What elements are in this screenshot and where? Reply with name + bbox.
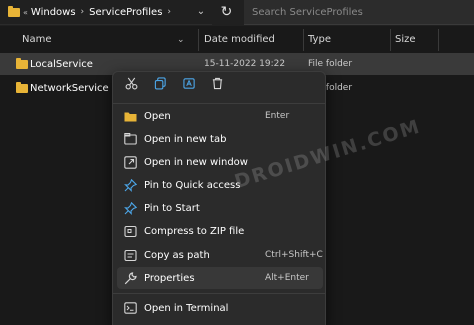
new-window-icon xyxy=(123,155,137,169)
menu-item-label: Compress to ZIP file xyxy=(144,225,245,237)
column-header-date[interactable]: Date modified xyxy=(199,29,304,51)
sort-chevron-icon: ⌄ xyxy=(177,35,185,45)
folder-icon xyxy=(8,5,20,17)
search-input[interactable] xyxy=(244,6,474,18)
delete-icon[interactable] xyxy=(207,77,227,95)
terminal-icon xyxy=(123,301,137,315)
address-row: « Windows › ServiceProfiles › ⌄ ↻ xyxy=(0,0,474,26)
menu-item-label: Copy as path xyxy=(144,249,210,261)
chevron-down-icon[interactable]: ⌄ xyxy=(194,4,208,20)
new-tab-icon xyxy=(123,132,137,146)
menu-item-open-terminal[interactable]: Open in Terminal xyxy=(117,297,323,319)
column-header-size[interactable]: Size xyxy=(391,29,439,51)
menu-item-copy-as-path[interactable]: Copy as path Ctrl+Shift+C xyxy=(117,244,323,266)
column-header-type[interactable]: Type xyxy=(304,29,391,51)
menu-separator xyxy=(113,103,325,104)
breadcrumb-overflow[interactable]: « xyxy=(23,8,28,17)
folder-icon xyxy=(123,109,137,123)
copy-icon[interactable] xyxy=(150,77,170,95)
quick-actions-bar xyxy=(113,72,325,102)
folder-icon xyxy=(16,81,28,93)
menu-item-shortcut: Alt+Enter xyxy=(265,273,309,283)
file-type: File folder xyxy=(308,59,353,69)
rename-icon[interactable] xyxy=(179,77,199,95)
zip-icon xyxy=(123,224,137,238)
menu-item-open[interactable]: Open Enter xyxy=(117,105,323,127)
folder-icon xyxy=(16,57,28,69)
pin-start-icon xyxy=(123,201,137,215)
pin-icon xyxy=(123,178,137,192)
wrench-icon xyxy=(123,271,137,285)
file-date: 15-11-2022 19:22 xyxy=(204,59,286,69)
menu-item-label: Open in Terminal xyxy=(144,302,229,314)
file-name: LocalService xyxy=(30,58,93,70)
menu-item-open-new-window[interactable]: Open in new window xyxy=(117,151,323,173)
menu-item-shortcut: Ctrl+Shift+C xyxy=(265,250,323,260)
menu-item-pin-start[interactable]: Pin to Start xyxy=(117,197,323,219)
file-name: NetworkService xyxy=(30,82,109,94)
chevron-right-icon[interactable]: › xyxy=(167,7,171,17)
copy-path-icon xyxy=(123,248,137,262)
menu-item-label: Open in new tab xyxy=(144,133,227,145)
refresh-icon[interactable]: ↻ xyxy=(213,0,240,25)
menu-item-label: Pin to Quick access xyxy=(144,179,241,191)
breadcrumb-serviceprofiles[interactable]: ServiceProfiles xyxy=(89,7,162,18)
menu-item-compress-zip[interactable]: Compress to ZIP file xyxy=(117,220,323,242)
search-box[interactable] xyxy=(244,0,474,25)
context-menu: Open Enter Open in new tab Open in new w… xyxy=(112,71,326,325)
menu-item-properties[interactable]: Properties Alt+Enter xyxy=(117,267,323,289)
menu-item-label: Open xyxy=(144,110,171,122)
menu-separator xyxy=(113,293,325,294)
menu-item-shortcut: Enter xyxy=(265,111,290,121)
column-header-name[interactable]: Name xyxy=(0,29,199,51)
menu-item-label: Properties xyxy=(144,272,195,284)
menu-item-label: Open in new window xyxy=(144,156,248,168)
menu-item-pin-quick-access[interactable]: Pin to Quick access xyxy=(117,174,323,196)
breadcrumb-windows[interactable]: Windows xyxy=(31,7,76,18)
menu-item-open-new-tab[interactable]: Open in new tab xyxy=(117,128,323,150)
chevron-right-icon[interactable]: › xyxy=(81,7,85,17)
menu-item-label: Pin to Start xyxy=(144,202,200,214)
cut-icon[interactable] xyxy=(121,77,141,95)
address-bar[interactable]: « Windows › ServiceProfiles › xyxy=(0,0,212,25)
